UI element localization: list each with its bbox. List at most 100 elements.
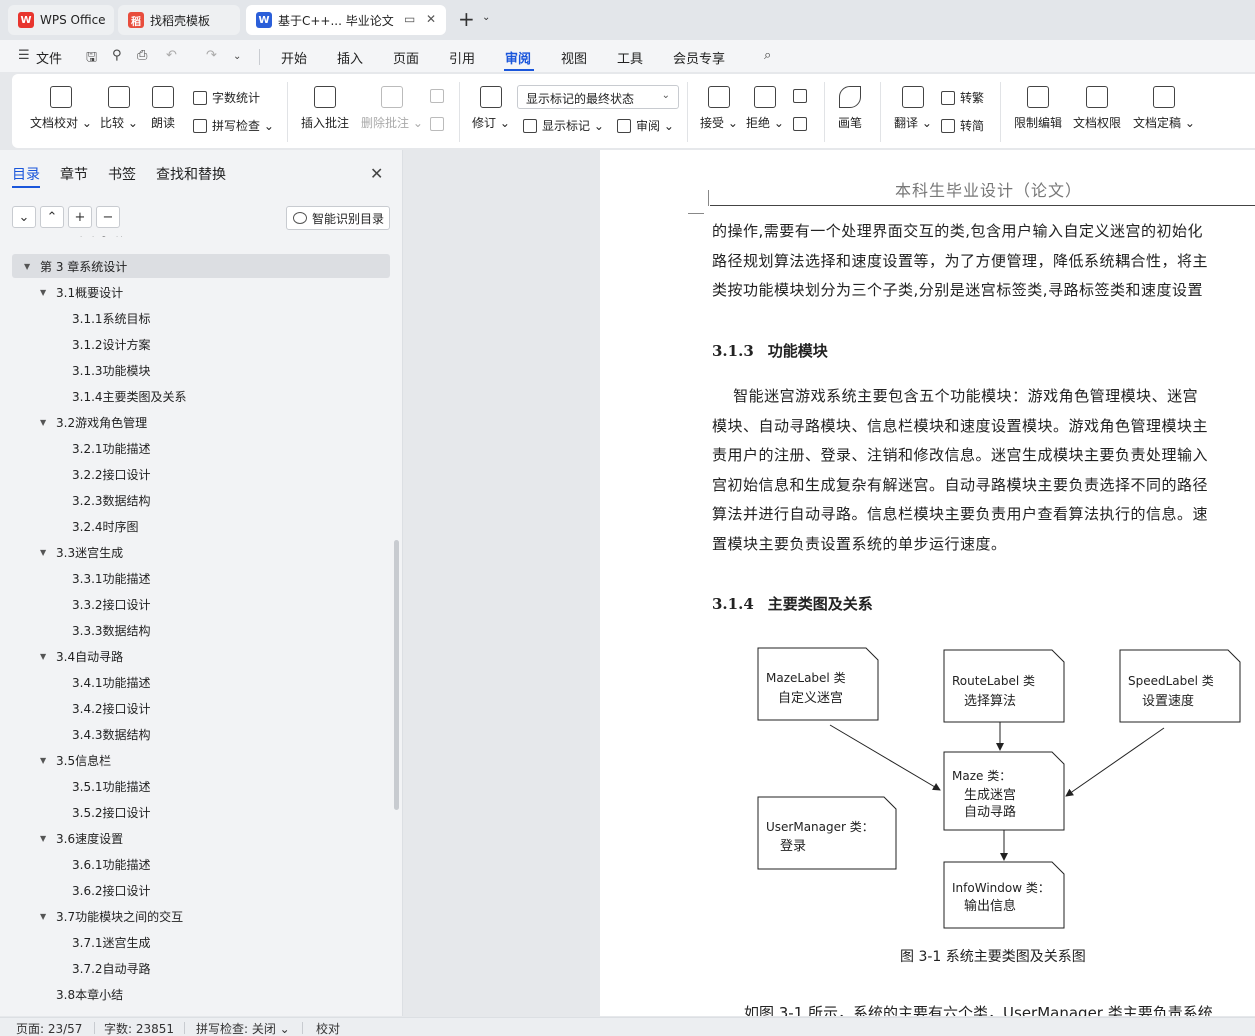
tab-toc[interactable]: 目录 <box>12 164 40 184</box>
review-pane-button[interactable]: 审阅 ⌄ <box>617 117 674 134</box>
close-tab-icon[interactable]: ✕ <box>426 12 436 26</box>
toc-item[interactable]: ▼ 第 3 章系统设计 <box>12 254 390 278</box>
toc-item[interactable]: ▼ 3.2游戏角色管理 <box>0 410 390 434</box>
toc-item[interactable]: 3.2.3数据结构 <box>0 488 390 512</box>
delete-comment-button[interactable]: 删除批注 ⌄ <box>361 86 423 131</box>
doc-finalize-button[interactable]: 文档定稿 ⌄ <box>1133 86 1195 131</box>
collapse-up-button[interactable]: ⌃ <box>40 206 64 228</box>
expand-down-button[interactable]: ⌄ <box>12 206 36 228</box>
next-comment-button[interactable] <box>430 117 449 131</box>
toc-item[interactable]: ▼ 3.5信息栏 <box>0 748 390 772</box>
toc-item[interactable]: 3.1.4主要类图及关系 <box>0 384 390 408</box>
new-tab-icon[interactable]: + <box>458 8 475 30</box>
proof-status[interactable]: 校对 <box>316 1020 340 1036</box>
close-icon[interactable]: ✕ <box>370 164 383 183</box>
menu-review[interactable]: 审阅 <box>505 48 531 67</box>
doc-permission-button[interactable]: 文档权限 <box>1073 86 1121 131</box>
tab-bookmarks[interactable]: 书签 <box>108 164 136 184</box>
chevron-down-icon[interactable]: ⌄ <box>233 51 241 62</box>
menu-references[interactable]: 引用 <box>449 48 475 67</box>
menu-home[interactable]: 开始 <box>281 48 307 67</box>
pen-button[interactable]: 画笔 <box>838 86 862 131</box>
markup-state-dropdown[interactable]: 显示标记的最终状态 ⌄ <box>517 85 679 109</box>
toc-item[interactable]: 2.6本章小结 <box>0 236 390 242</box>
toc-item[interactable]: 3.2.1功能描述 <box>0 436 390 460</box>
caret-down-icon[interactable]: ▼ <box>40 418 56 427</box>
word-count-button[interactable]: 字数统计 <box>193 89 260 106</box>
toc-item[interactable]: 3.4.1功能描述 <box>0 670 390 694</box>
tab-document[interactable]: W 基于C++... 毕业论文 ▭ ✕ <box>246 5 446 35</box>
toc-item[interactable]: 3.1.3功能模块 <box>0 358 390 382</box>
toc-item[interactable]: 3.4.2接口设计 <box>0 696 390 720</box>
tab-wps-office[interactable]: W WPS Office <box>8 5 114 35</box>
toc-item[interactable]: 3.7.2自动寻路 <box>0 956 390 980</box>
menu-vip[interactable]: 会员专享 <box>673 48 725 67</box>
toc-scrollbar[interactable] <box>394 540 399 810</box>
word-count-status[interactable]: 字数: 23851 <box>104 1020 174 1036</box>
caret-down-icon[interactable]: ▼ <box>24 262 40 271</box>
caret-down-icon[interactable]: ▼ <box>40 756 56 765</box>
toc-item[interactable]: 3.6.2接口设计 <box>0 878 390 902</box>
search-icon[interactable]: ⌕ <box>764 48 771 63</box>
toc-item[interactable]: 3.5.1功能描述 <box>0 774 390 798</box>
toc-item[interactable]: 3.2.4时序图 <box>0 514 390 538</box>
page-indicator[interactable]: 页面: 23/57 <box>16 1020 82 1036</box>
next-change-button[interactable] <box>793 117 812 131</box>
caret-down-icon[interactable]: ▼ <box>40 548 56 557</box>
translate-button[interactable]: 翻译 ⌄ <box>894 86 932 131</box>
toc-item[interactable]: 3.1.1系统目标 <box>0 306 390 330</box>
toc-item[interactable]: ▼ 3.7功能模块之间的交互 <box>0 904 390 928</box>
read-aloud-button[interactable]: 朗读 <box>151 86 175 131</box>
smart-toc-button[interactable]: 智能识别目录 <box>286 206 390 230</box>
to-simplified-button[interactable]: 转简 <box>941 117 984 134</box>
window-restore-icon[interactable]: ▭ <box>404 12 415 26</box>
menu-file[interactable]: 文件 <box>36 48 62 67</box>
chevron-down-icon[interactable]: ⌄ <box>482 12 490 23</box>
save-icon[interactable]: 🖫 <box>86 48 97 70</box>
to-traditional-button[interactable]: 转繁 <box>941 89 984 106</box>
toc-item[interactable]: 3.4.3数据结构 <box>0 722 390 746</box>
toc-item[interactable]: 3.7.1迷宫生成 <box>0 930 390 954</box>
toc-item[interactable]: ▼ 3.6速度设置 <box>0 826 390 850</box>
toc-item[interactable]: ▼ 3.1概要设计 <box>0 280 390 304</box>
tab-find-replace[interactable]: 查找和替换 <box>156 164 226 184</box>
menu-tools[interactable]: 工具 <box>617 48 643 67</box>
menu-page[interactable]: 页面 <box>393 48 419 67</box>
prev-change-button[interactable] <box>793 89 812 103</box>
toc-item[interactable]: 3.5.2接口设计 <box>0 800 390 824</box>
reject-button[interactable]: 拒绝 ⌄ <box>746 86 784 131</box>
redo-icon[interactable]: ↷ <box>206 48 217 63</box>
accept-button[interactable]: 接受 ⌄ <box>700 86 738 131</box>
menu-insert[interactable]: 插入 <box>337 48 363 67</box>
toc-item[interactable]: 3.3.1功能描述 <box>0 566 390 590</box>
track-changes-button[interactable]: 修订 ⌄ <box>472 86 510 131</box>
hamburger-icon[interactable]: ☰ <box>18 48 30 63</box>
caret-down-icon[interactable]: ▼ <box>40 834 56 843</box>
spell-check-status[interactable]: 拼写检查: 关闭 ⌄ <box>196 1020 290 1036</box>
toc-item[interactable]: 3.3.2接口设计 <box>0 592 390 616</box>
print-preview-icon[interactable]: ⎙ <box>137 48 147 63</box>
caret-down-icon[interactable]: ▼ <box>40 288 56 297</box>
doc-proof-button[interactable]: 文档校对 ⌄ <box>30 86 92 131</box>
restrict-edit-button[interactable]: 限制编辑 <box>1014 86 1062 131</box>
toc-item[interactable]: 3.1.2设计方案 <box>0 332 390 356</box>
insert-comment-button[interactable]: 插入批注 <box>301 86 349 131</box>
undo-icon[interactable]: ↶ <box>166 48 177 63</box>
menu-view[interactable]: 视图 <box>561 48 587 67</box>
toc-item[interactable]: ▼ 3.4自动寻路 <box>0 644 390 668</box>
toc-item[interactable]: ▼ 3.3迷宫生成 <box>0 540 390 564</box>
toc-item[interactable]: 3.8本章小结 <box>0 982 390 1006</box>
caret-down-icon[interactable]: ▼ <box>40 652 56 661</box>
prev-comment-button[interactable] <box>430 89 449 103</box>
caret-down-icon[interactable]: ▼ <box>40 912 56 921</box>
compare-button[interactable]: 比较 ⌄ <box>100 86 138 131</box>
toc-item[interactable]: 3.2.2接口设计 <box>0 462 390 486</box>
remove-heading-button[interactable]: − <box>96 206 120 228</box>
show-markup-button[interactable]: 显示标记 ⌄ <box>523 117 604 134</box>
toc-item[interactable]: 3.3.3数据结构 <box>0 618 390 642</box>
tab-chapters[interactable]: 章节 <box>60 164 88 184</box>
document-page[interactable]: 本科生毕业设计（论文） 的操作,需要有一个处理界面交互的类,包含用户输入自定义迷… <box>600 150 1255 1016</box>
toc-item[interactable]: 3.6.1功能描述 <box>0 852 390 876</box>
share-icon[interactable]: ⚲ <box>112 48 122 63</box>
spell-check-button[interactable]: 拼写检查 ⌄ <box>193 117 274 134</box>
